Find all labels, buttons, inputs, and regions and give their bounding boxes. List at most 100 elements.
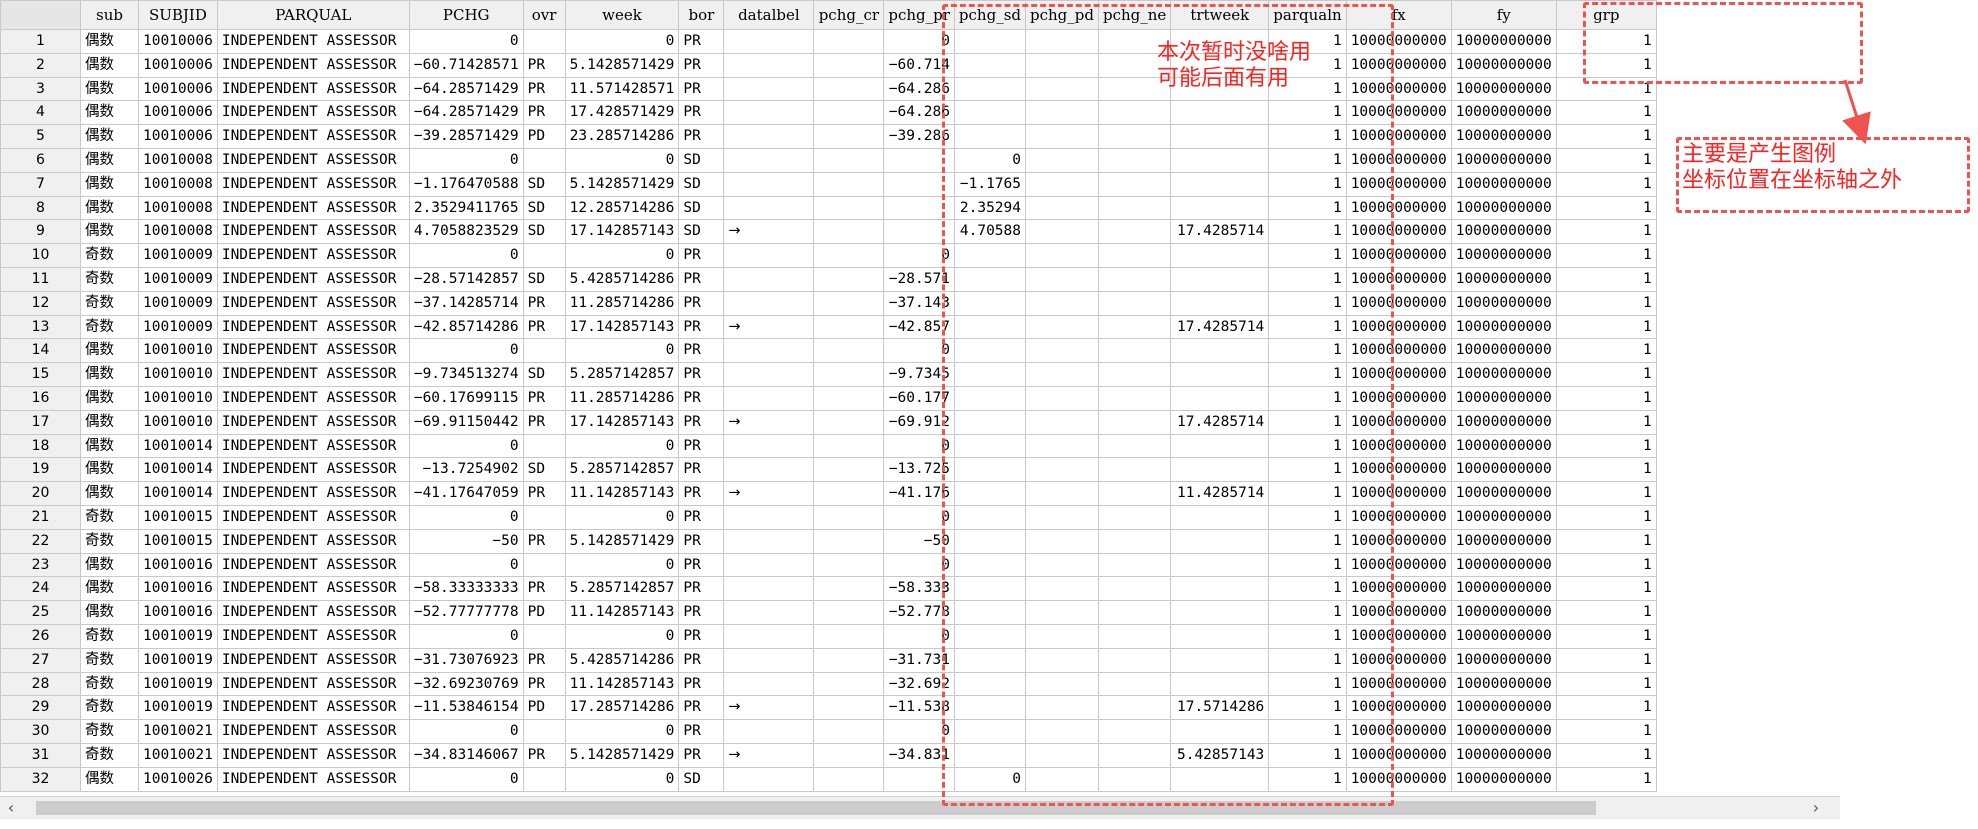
cell-pchg-ne[interactable] bbox=[1097, 481, 1172, 506]
cell-pchg-cr[interactable] bbox=[813, 647, 885, 673]
cell-pchg-pd[interactable] bbox=[1025, 766, 1099, 792]
cell-pchg-cr[interactable] bbox=[813, 100, 885, 126]
table-row[interactable]: 1 偶数 10010006 INDEPENDENT ASSESSOR 0 0 PR 0 1 100… bbox=[0, 29, 1657, 54]
cell-sub[interactable]: 奇数 bbox=[80, 314, 139, 340]
cell-pchg-pd[interactable] bbox=[1025, 385, 1099, 411]
cell-pchg-ne[interactable] bbox=[1097, 409, 1172, 435]
row-number[interactable]: 32 bbox=[0, 766, 81, 792]
table-row[interactable]: 17 偶数 10010010 INDEPENDENT ASSESSOR −69.9115… bbox=[0, 409, 1657, 435]
cell-datalbel[interactable] bbox=[723, 385, 815, 411]
cell-fy[interactable]: 10000000000 bbox=[1450, 52, 1557, 78]
cell-fy[interactable]: 10000000000 bbox=[1450, 576, 1557, 602]
cell-pchg-ne[interactable] bbox=[1097, 385, 1172, 411]
row-number[interactable]: 16 bbox=[0, 385, 81, 411]
scroll-right-icon[interactable]: › bbox=[1805, 797, 1827, 819]
cell-fy[interactable]: 10000000000 bbox=[1450, 338, 1557, 364]
cell-bor[interactable]: PR bbox=[678, 52, 725, 78]
cell-parqual[interactable]: INDEPENDENT ASSESSOR bbox=[216, 528, 410, 554]
cell-pchg-sd[interactable] bbox=[953, 124, 1027, 149]
cell-pchg-cr[interactable] bbox=[813, 671, 885, 697]
cell-fy[interactable]: 10000000000 bbox=[1450, 766, 1557, 792]
cell-pchg-ne[interactable] bbox=[1097, 504, 1172, 530]
cell-week[interactable]: 0 bbox=[564, 147, 680, 173]
cell-pchg[interactable]: 0 bbox=[408, 29, 524, 54]
cell-datalbel[interactable] bbox=[723, 338, 815, 364]
table-row[interactable]: 5 偶数 10010006 INDEPENDENT ASSESSOR −39.28571… bbox=[0, 124, 1657, 149]
cell-datalbel[interactable] bbox=[723, 290, 815, 316]
cell-bor[interactable]: PR bbox=[678, 742, 725, 768]
cell-bor[interactable]: PR bbox=[678, 266, 725, 292]
cell-pchg-cr[interactable] bbox=[813, 171, 885, 197]
cell-grp[interactable]: 1 bbox=[1555, 528, 1657, 554]
cell-bor[interactable]: PR bbox=[678, 481, 725, 506]
cell-week[interactable]: 5.2857142857 bbox=[564, 576, 680, 602]
cell-pchg-ne[interactable] bbox=[1097, 362, 1172, 387]
cell-ovr[interactable]: PR bbox=[522, 671, 566, 697]
cell-fx[interactable]: 10000000000 bbox=[1345, 742, 1452, 768]
row-number[interactable]: 23 bbox=[0, 552, 81, 578]
cell-fx[interactable]: 10000000000 bbox=[1345, 195, 1452, 221]
cell-subjid[interactable]: 10010014 bbox=[138, 457, 218, 483]
cell-trtweek[interactable]: 5.42857143 bbox=[1170, 742, 1270, 768]
cell-pchg-pr[interactable]: −31.731 bbox=[883, 647, 955, 673]
table-row[interactable]: 21 奇数 10010015 INDEPENDENT ASSESSOR 0 0 PR 0 1 10… bbox=[0, 504, 1657, 530]
cell-pchg-ne[interactable] bbox=[1097, 528, 1172, 554]
cell-grp[interactable]: 1 bbox=[1555, 338, 1657, 364]
cell-trtweek[interactable] bbox=[1170, 171, 1270, 197]
cell-grp[interactable]: 1 bbox=[1555, 124, 1657, 149]
cell-fy[interactable]: 10000000000 bbox=[1450, 219, 1557, 245]
row-number[interactable]: 14 bbox=[0, 338, 81, 364]
cell-parqualn[interactable]: 1 bbox=[1268, 766, 1347, 792]
cell-pchg[interactable]: 0 bbox=[408, 338, 524, 364]
cell-pchg-pr[interactable]: −37.143 bbox=[883, 290, 955, 316]
cell-fy[interactable]: 10000000000 bbox=[1450, 266, 1557, 292]
cell-bor[interactable]: PR bbox=[678, 457, 725, 483]
cell-sub[interactable]: 偶数 bbox=[80, 457, 139, 483]
cell-trtweek[interactable] bbox=[1170, 147, 1270, 173]
table-row[interactable]: 4 偶数 10010006 INDEPENDENT ASSESSOR −64.28571… bbox=[0, 100, 1657, 126]
cell-datalbel[interactable] bbox=[723, 528, 815, 554]
row-number[interactable]: 9 bbox=[0, 219, 81, 245]
cell-pchg-sd[interactable] bbox=[953, 290, 1027, 316]
cell-fy[interactable]: 10000000000 bbox=[1450, 623, 1557, 649]
cell-pchg[interactable]: 4.7058823529 bbox=[408, 219, 524, 245]
cell-datalbel[interactable] bbox=[723, 671, 815, 697]
cell-week[interactable]: 11.285714286 bbox=[564, 290, 680, 316]
cell-ovr[interactable]: PR bbox=[522, 76, 566, 102]
cell-fy[interactable]: 10000000000 bbox=[1450, 742, 1557, 768]
cell-fx[interactable]: 10000000000 bbox=[1345, 100, 1452, 126]
cell-parqualn[interactable]: 1 bbox=[1268, 147, 1347, 173]
column-header-parqual[interactable]: PARQUAL bbox=[216, 0, 410, 30]
table-row[interactable]: 30 奇数 10010021 INDEPENDENT ASSESSOR 0 0 PR 0 1 10… bbox=[0, 719, 1657, 744]
cell-trtweek[interactable]: 17.5714286 bbox=[1170, 695, 1270, 721]
cell-pchg-cr[interactable] bbox=[813, 338, 885, 364]
cell-fy[interactable]: 10000000000 bbox=[1450, 552, 1557, 578]
cell-subjid[interactable]: 10010006 bbox=[138, 29, 218, 54]
cell-pchg-pd[interactable] bbox=[1025, 528, 1099, 554]
cell-fx[interactable]: 10000000000 bbox=[1345, 219, 1452, 245]
cell-pchg-ne[interactable] bbox=[1097, 243, 1172, 268]
cell-pchg-cr[interactable] bbox=[813, 290, 885, 316]
cell-grp[interactable]: 1 bbox=[1555, 623, 1657, 649]
column-header-week[interactable]: week bbox=[564, 0, 680, 30]
corner-cell[interactable] bbox=[0, 0, 81, 30]
cell-pchg-ne[interactable] bbox=[1097, 124, 1172, 149]
cell-sub[interactable]: 奇数 bbox=[80, 266, 139, 292]
column-header-pchg-pr[interactable]: pchg_pr bbox=[883, 0, 955, 30]
cell-week[interactable]: 5.2857142857 bbox=[564, 362, 680, 387]
row-number[interactable]: 7 bbox=[0, 171, 81, 197]
row-number[interactable]: 28 bbox=[0, 671, 81, 697]
row-number[interactable]: 8 bbox=[0, 195, 81, 221]
cell-bor[interactable]: PR bbox=[678, 504, 725, 530]
cell-ovr[interactable] bbox=[522, 719, 566, 744]
cell-pchg-sd[interactable]: 2.35294 bbox=[953, 195, 1027, 221]
cell-trtweek[interactable] bbox=[1170, 528, 1270, 554]
cell-pchg-cr[interactable] bbox=[813, 409, 885, 435]
cell-week[interactable]: 5.2857142857 bbox=[564, 457, 680, 483]
cell-pchg-pd[interactable] bbox=[1025, 600, 1099, 625]
cell-pchg-cr[interactable] bbox=[813, 623, 885, 649]
table-row[interactable]: 6 偶数 10010008 INDEPENDENT ASSESSOR 0 0 SD 0 1 100… bbox=[0, 147, 1657, 173]
cell-fx[interactable]: 10000000000 bbox=[1345, 171, 1452, 197]
cell-ovr[interactable] bbox=[522, 504, 566, 530]
cell-pchg-sd[interactable] bbox=[953, 457, 1027, 483]
